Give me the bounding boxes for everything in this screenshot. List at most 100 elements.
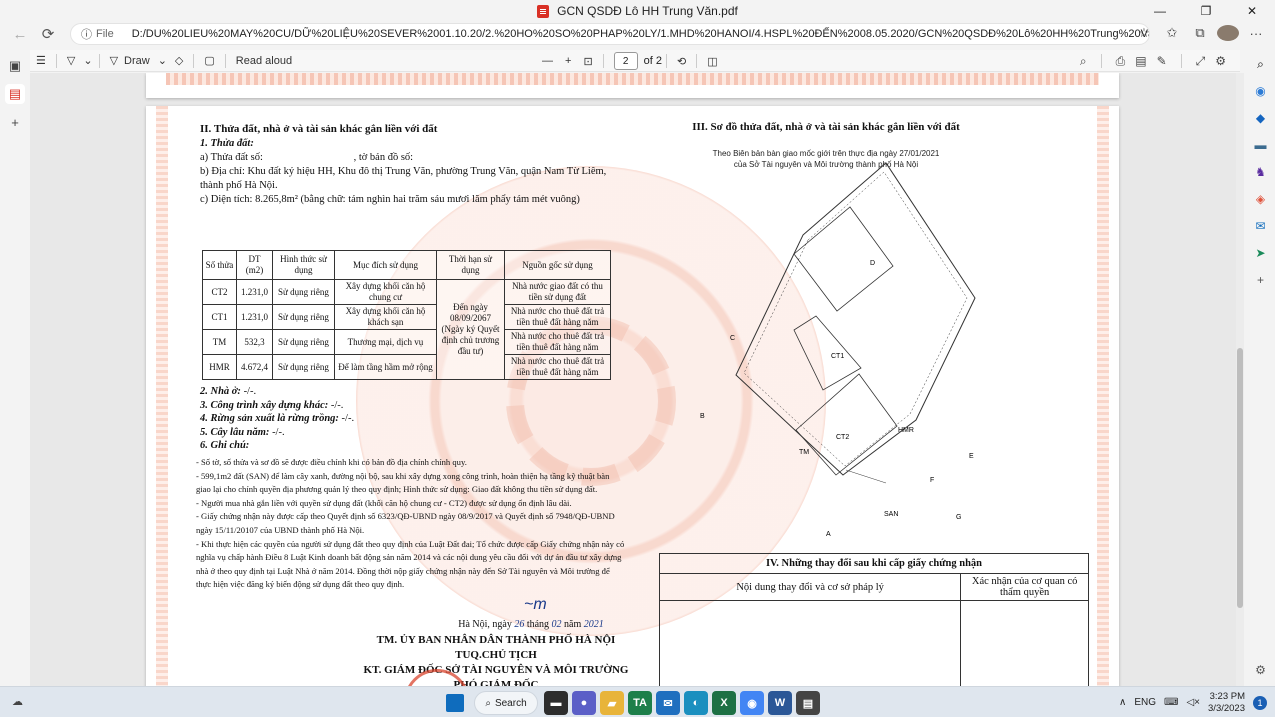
cell-muc-dich: Để làm tầng hầm mở rộng <box>334 354 437 380</box>
volume-icon[interactable]: ◁× <box>1186 697 1200 708</box>
collections-icon[interactable]: ⧉ <box>1189 25 1211 41</box>
toolbar-divider <box>224 53 226 68</box>
vertical-tab-bar: ▣ ▤ + <box>0 50 30 686</box>
rotate-icon[interactable]: ⟲ <box>671 50 692 72</box>
sidebar-settings-icon[interactable]: ⚙ <box>1253 662 1269 678</box>
signatory-line-4: PHÓ GIÁM ĐỐC <box>453 679 539 686</box>
folder-icon[interactable]: ▰ <box>600 691 624 715</box>
toolbar-divider <box>193 53 195 68</box>
pdf-settings-icon[interactable]: ⚙ <box>1215 54 1226 68</box>
taskbar-search[interactable]: ⌕ Search <box>474 691 538 715</box>
add-sidebar-app-icon[interactable]: + <box>1253 272 1269 288</box>
vertical-scrollbar[interactable] <box>1236 73 1244 686</box>
text-box-icon[interactable]: ▢ <box>198 50 220 72</box>
cell-hinh-thuc: Sử dụng riêng <box>272 279 335 305</box>
shopping-tag-icon[interactable]: ◆ <box>1253 110 1269 126</box>
draw-dropdown-icon[interactable]: ⌄ <box>156 50 169 72</box>
cell-nguon-goc: Nhà nước cho thuê đất trả tiền thuê đất … <box>504 304 611 330</box>
excel-icon[interactable]: X <box>712 691 736 715</box>
maximize-button[interactable]: ❐ <box>1183 0 1229 22</box>
save-as-icon[interactable]: ✎ <box>1157 54 1167 68</box>
outlook-icon[interactable]: ✉ <box>1253 218 1269 234</box>
sidebar-search-icon[interactable]: ⌕ <box>1253 56 1269 72</box>
terminal-icon[interactable]: ▤ <box>796 691 820 715</box>
start-icon[interactable] <box>446 694 464 712</box>
table-row: HMR 4.672,4 Sử dụng riêng Để làm tầng hầ… <box>202 354 611 380</box>
close-button[interactable]: ✕ <box>1229 0 1275 22</box>
draw-label: Draw <box>124 54 150 67</box>
search-icon[interactable]: ⌕ <box>1080 54 1087 69</box>
label-f: F <box>930 477 934 484</box>
pdf-viewport[interactable]: II. Thửa đất, nhà ở và tài sản khác gắn … <box>30 73 1240 686</box>
toolbar-divider <box>98 53 100 68</box>
cell-muc-dich: Xây dựng khối căn hộ khách sạn <box>334 304 437 330</box>
land-plot-labels: B D C B E F G CT1 HMR TM <box>700 260 974 520</box>
pdf-tab-icon[interactable]: ▤ <box>5 84 25 104</box>
draw-button[interactable]: ▽ Draw <box>104 50 156 72</box>
label-ct1: CT1 <box>831 353 844 360</box>
fit-page-icon[interactable]: ⊡ <box>577 50 598 72</box>
table-header-row: Số thửa DT (m2) Hình thức sử dụng Mục đí… <box>202 250 611 280</box>
task-view-icon[interactable]: ▬ <box>544 691 568 715</box>
label-d: D <box>870 260 875 267</box>
cell-thoi-han: Đến ngày 08/09/2067 (Ngày ký Quyết định … <box>436 279 505 380</box>
label-b: B <box>700 413 705 420</box>
refresh-button[interactable]: ⟳ <box>34 23 62 45</box>
tools-briefcase-icon[interactable]: ▬ <box>1253 137 1269 153</box>
office-icon[interactable]: ◈ <box>1253 191 1269 207</box>
network-icon[interactable]: ⌨ <box>1164 697 1178 708</box>
changes-body-row <box>658 600 1089 686</box>
erase-icon[interactable]: ◇ <box>169 50 189 72</box>
games-icon[interactable]: ♞ <box>1253 164 1269 180</box>
page-view-icon[interactable]: ◫ <box>701 50 723 72</box>
toolbar-divider <box>55 53 57 68</box>
tray-chevron-icon[interactable]: ∧ <box>1119 697 1126 708</box>
note-item: - Khi thực hiện các quyền của người sử d… <box>196 538 625 590</box>
clock-time: 3:23 PM <box>1209 690 1245 702</box>
favorite-star-icon[interactable]: ☆ <box>1133 25 1155 41</box>
new-tab-button[interactable]: + <box>5 112 25 132</box>
read-aloud-button[interactable]: Read aloud <box>230 50 298 72</box>
cell-dt: 1.231,0 <box>236 304 273 330</box>
edge-icon[interactable]: ◐ <box>684 691 708 715</box>
section-2: II. Thửa đất, nhà ở và tài sản khác gắn … <box>200 122 620 207</box>
toolbar-divider <box>666 54 668 68</box>
highlight-icon[interactable]: ▽ <box>61 50 81 72</box>
clock[interactable]: 3:23 PM 3/3/2023 <box>1208 691 1245 715</box>
word-icon[interactable]: W <box>768 691 792 715</box>
highlight-dropdown-icon[interactable]: ⌄ <box>81 50 94 72</box>
zoom-out-button[interactable]: — <box>536 50 559 72</box>
item-ghi-chu: 6. Ghi chú: <box>200 440 250 451</box>
weather-icon[interactable]: ☁ <box>12 695 23 708</box>
col-header-hinh-thuc: Hình thức sử dụng <box>272 250 335 280</box>
info-icon[interactable]: ⓘ <box>81 26 92 42</box>
toolbar-divider <box>602 54 604 68</box>
fullscreen-icon[interactable]: ⤢ <box>1196 54 1206 69</box>
profile-avatar[interactable] <box>1217 25 1239 41</box>
page-number-input[interactable]: 2 <box>613 52 638 70</box>
more-menu-icon[interactable]: ··· <box>1245 26 1267 41</box>
col-header-thoi-han: Thời hạn sử dụng <box>436 250 505 280</box>
favorites-icon[interactable]: ✩ <box>1161 25 1183 41</box>
minimize-button[interactable]: — <box>1137 0 1183 22</box>
notification-badge[interactable]: 1 <box>1253 695 1267 710</box>
address-bar: ← ⟳ ⓘ File D:/DU%20LIEU%20MAY%20CU/DỮ%20… <box>0 22 1275 46</box>
language-indicator[interactable]: ENG <box>1134 697 1156 708</box>
tab-actions-icon[interactable]: ▣ <box>5 56 25 76</box>
drop-send-icon[interactable]: ➤ <box>1253 245 1269 261</box>
chat-icon[interactable]: ● <box>572 691 596 715</box>
save-icon[interactable]: ▤ <box>1135 54 1146 68</box>
chrome-icon[interactable]: ◉ <box>740 691 764 715</box>
url-text[interactable]: D:/DU%20LIEU%20MAY%20CU/DỮ%20LIỆU%20SEVE… <box>132 28 1149 40</box>
copilot-icon[interactable]: ◉ <box>1253 83 1269 99</box>
url-field[interactable]: ⓘ File D:/DU%20LIEU%20MAY%20CU/DỮ%20LIỆU… <box>70 23 1150 45</box>
back-button[interactable]: ← <box>6 23 34 45</box>
dictionary-icon[interactable]: TA <box>628 691 652 715</box>
mail-icon[interactable]: ✉ <box>656 691 680 715</box>
zoom-in-button[interactable]: + <box>559 50 577 72</box>
print-icon[interactable]: ⎙ <box>1116 54 1126 69</box>
col-header-changes: Nội dung thay đổi và cơ sở pháp lý <box>658 573 962 601</box>
scrollbar-thumb[interactable] <box>1237 348 1243 608</box>
contents-icon[interactable]: ☰ <box>30 50 52 72</box>
windows-taskbar: ☁ ⌕ Search ▬ ● ▰ TA ✉ ◐ X ◉ W ▤ ∧ ENG ⌨ … <box>0 686 1275 717</box>
